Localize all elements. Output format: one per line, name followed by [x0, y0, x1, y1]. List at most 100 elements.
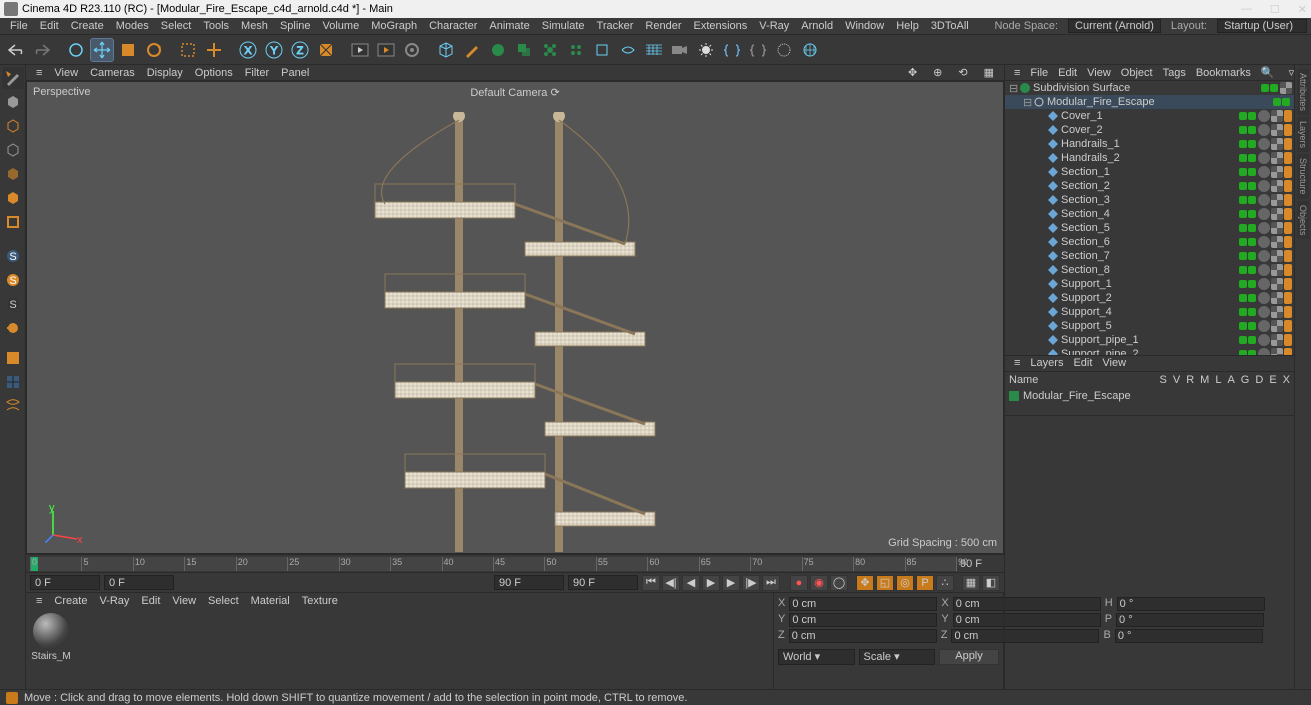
scale-key-button[interactable]: ◱ — [876, 575, 894, 591]
menu-animate[interactable]: Animate — [483, 20, 535, 32]
menu-tools[interactable]: Tools — [197, 20, 235, 32]
tag-icon[interactable] — [1271, 264, 1283, 276]
visibility-editor-dot[interactable] — [1239, 252, 1247, 260]
prev-key-button[interactable]: ◀| — [662, 575, 680, 591]
goto-start-button[interactable]: ⏮ — [642, 575, 660, 591]
menu-help[interactable]: Help — [890, 20, 925, 32]
menu-simulate[interactable]: Simulate — [536, 20, 591, 32]
tag-icon[interactable] — [1271, 278, 1283, 290]
tag-icon[interactable] — [1284, 334, 1292, 346]
cloner-button[interactable] — [564, 38, 588, 62]
vp-toggle-icon[interactable]: ▦ — [978, 66, 1000, 79]
move-tool-button[interactable] — [90, 38, 114, 62]
visibility-render-dot[interactable] — [1248, 294, 1256, 302]
objmenu-edit[interactable]: Edit — [1053, 67, 1082, 79]
visibility-editor-dot[interactable] — [1239, 168, 1247, 176]
objmenu-file[interactable]: File — [1025, 67, 1053, 79]
next-key-button[interactable]: |▶ — [742, 575, 760, 591]
dock-tab-structure[interactable]: Structure — [1297, 154, 1309, 199]
keymode-1-button[interactable]: ▦ — [962, 575, 980, 591]
matmenu-create[interactable]: Create — [48, 595, 93, 607]
z-axis-button[interactable]: Z — [288, 38, 312, 62]
menu-arnold[interactable]: Arnold — [795, 20, 839, 32]
menu-file[interactable]: File — [4, 20, 34, 32]
node-space-select[interactable]: Current (Arnold) — [1068, 19, 1161, 33]
pen-tool-button[interactable] — [460, 38, 484, 62]
visibility-render-dot[interactable] — [1282, 98, 1290, 106]
visibility-editor-dot[interactable] — [1239, 294, 1247, 302]
apply-button[interactable]: Apply — [939, 649, 999, 665]
tag-icon[interactable] — [1271, 180, 1283, 192]
tag-icon[interactable] — [1284, 292, 1292, 304]
play-button[interactable]: ▶ — [702, 575, 720, 591]
viewport-solo-button[interactable] — [2, 347, 24, 369]
coord-size-select[interactable]: Scale ▾ — [859, 649, 936, 665]
viewmenu-filter[interactable]: Filter — [239, 67, 275, 79]
project-end-field[interactable] — [568, 575, 638, 590]
tag-icon[interactable] — [1280, 82, 1292, 94]
close-button[interactable]: ✕ — [1298, 3, 1307, 16]
minimize-button[interactable]: — — [1241, 3, 1252, 16]
menu-render[interactable]: Render — [639, 20, 687, 32]
tag-icon[interactable] — [1284, 264, 1292, 276]
dock-tab-attributes[interactable]: Attributes — [1297, 69, 1309, 115]
tag-icon[interactable] — [1284, 320, 1292, 332]
visibility-editor-dot[interactable] — [1239, 182, 1247, 190]
expand-icon[interactable]: ⊟ — [1009, 82, 1019, 95]
point-mode-button[interactable] — [2, 163, 24, 185]
tree-row[interactable]: Handrails_1 — [1005, 137, 1294, 151]
visibility-editor-dot[interactable] — [1261, 84, 1269, 92]
tag-icon[interactable] — [1258, 250, 1270, 262]
visibility-editor-dot[interactable] — [1239, 196, 1247, 204]
visibility-editor-dot[interactable] — [1239, 210, 1247, 218]
poly-mode-button[interactable] — [2, 211, 24, 233]
object-tree[interactable]: ⊟Subdivision Surface⊟Modular_Fire_Escape… — [1005, 81, 1294, 355]
search-icon[interactable]: 🔍 — [1256, 66, 1280, 79]
tag-icon[interactable] — [1258, 138, 1270, 150]
render-view-button[interactable] — [348, 38, 372, 62]
layersmenu-layers[interactable]: Layers — [1025, 357, 1068, 369]
tag-icon[interactable] — [1284, 180, 1292, 192]
last-tool-button[interactable] — [176, 38, 200, 62]
visibility-editor-dot[interactable] — [1239, 224, 1247, 232]
visibility-editor-dot[interactable] — [1239, 280, 1247, 288]
tree-row[interactable]: Support_1 — [1005, 277, 1294, 291]
matmenu-material[interactable]: Material — [245, 595, 296, 607]
menu-character[interactable]: Character — [423, 20, 483, 32]
scale-tool-button[interactable] — [116, 38, 140, 62]
tag-icon[interactable] — [1284, 236, 1292, 248]
menu-tracker[interactable]: Tracker — [591, 20, 640, 32]
tag-icon[interactable] — [1271, 250, 1283, 262]
tag-icon[interactable] — [1284, 110, 1292, 122]
param-key-button[interactable]: P — [916, 575, 934, 591]
visibility-render-dot[interactable] — [1248, 210, 1256, 218]
pos-key-button[interactable]: ✥ — [856, 575, 874, 591]
tag-icon[interactable] — [1284, 278, 1292, 290]
texture-mode-button[interactable] — [2, 115, 24, 137]
dock-tab-objects[interactable]: Objects — [1297, 201, 1309, 240]
visibility-render-dot[interactable] — [1248, 140, 1256, 148]
tree-row[interactable]: Section_8 — [1005, 263, 1294, 277]
tweak-button[interactable] — [2, 317, 24, 339]
menu-volume[interactable]: Volume — [317, 20, 366, 32]
workplane-button[interactable] — [2, 139, 24, 161]
expand-icon[interactable]: ⊟ — [1023, 96, 1033, 109]
current-frame-field[interactable] — [104, 575, 174, 590]
tag-icon[interactable] — [1258, 222, 1270, 234]
tag-icon[interactable] — [1258, 180, 1270, 192]
tag-icon[interactable] — [1284, 124, 1292, 136]
visibility-editor-dot[interactable] — [1239, 126, 1247, 134]
menu-mograph[interactable]: MoGraph — [365, 20, 423, 32]
coord-system-button[interactable] — [314, 38, 338, 62]
deformer-button[interactable] — [538, 38, 562, 62]
visibility-render-dot[interactable] — [1270, 84, 1278, 92]
range-end-field[interactable] — [494, 575, 564, 590]
subdiv-button[interactable] — [486, 38, 510, 62]
visibility-editor-dot[interactable] — [1239, 112, 1247, 120]
hamburger-icon[interactable]: ≡ — [1009, 67, 1025, 79]
vp-rotate-icon[interactable]: ⟲ — [952, 66, 973, 79]
tag-icon[interactable] — [1258, 152, 1270, 164]
x-axis-button[interactable]: X — [236, 38, 260, 62]
rotate-tool-button[interactable] — [142, 38, 166, 62]
dock-tab-layers[interactable]: Layers — [1297, 117, 1309, 152]
